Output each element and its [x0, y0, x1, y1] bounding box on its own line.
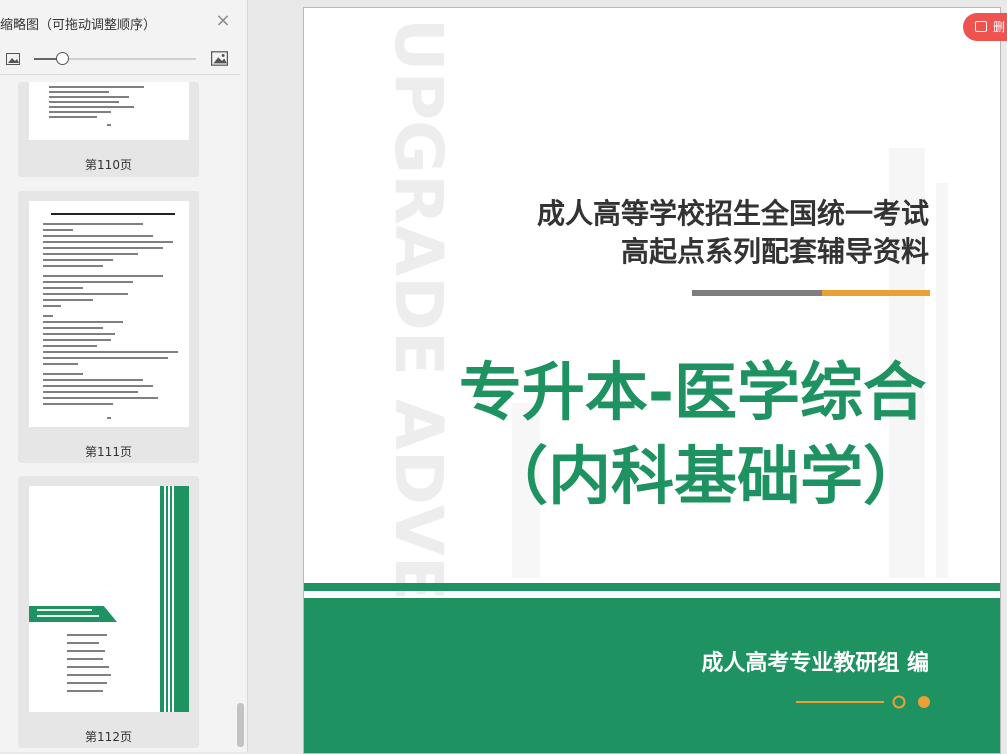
thumbnail-label: 第111页: [85, 445, 132, 459]
thumbnail-page-content: [29, 486, 189, 712]
divider-gray: [692, 290, 822, 296]
cover-heading-line2: 高起点系列配套辅导资料: [621, 235, 929, 268]
thumbnail-page-110[interactable]: 第110页: [18, 82, 199, 177]
sidebar-scrollbar[interactable]: [237, 703, 244, 747]
green-stripe: [304, 583, 1000, 591]
close-icon[interactable]: ×: [214, 12, 232, 30]
zoom-slider-thumb[interactable]: [56, 52, 69, 65]
thumbnail-zoom-control: [0, 46, 240, 75]
main-title-line2: （内科基础学）: [485, 440, 926, 513]
document-page: UPGRADE ADVERSE 成人高等学校招生全国统一考试 高起点系列配套辅导…: [303, 7, 1001, 754]
main-title-line1: 专升本-医学综合: [459, 356, 926, 429]
thumbnail-label: 第112页: [85, 730, 132, 744]
sidebar-title: 缩略图（可拖动调整顺序）: [0, 18, 157, 33]
thumbnail-page-111[interactable]: 第111页: [18, 191, 199, 463]
zoom-in-image-icon[interactable]: [211, 51, 228, 66]
zoom-slider[interactable]: [34, 52, 196, 65]
divider-orange: [822, 290, 930, 296]
cover-heading-line1: 成人高等学校招生全国统一考试: [537, 197, 929, 230]
thumbnail-page-content: [29, 201, 189, 427]
delete-label: 删: [993, 20, 1006, 34]
delete-page-button[interactable]: 删: [963, 13, 1007, 41]
cover-author: 成人高考专业教研组 编: [701, 650, 929, 676]
cover-artwork: UPGRADE ADVERSE 成人高等学校招生全国统一考试 高起点系列配套辅导…: [304, 18, 1000, 753]
thumbnail-sidebar: 缩略图（可拖动调整顺序） × 第110页 第111页 第112页: [0, 0, 248, 752]
filled-dot: [918, 696, 930, 708]
thumbnail-page-112[interactable]: 第112页: [18, 476, 199, 748]
delete-page-icon: [975, 21, 987, 32]
thumbnail-label: 第110页: [85, 158, 132, 172]
zoom-out-image-icon[interactable]: [6, 53, 20, 65]
thumbnail-page-content: [29, 82, 189, 140]
